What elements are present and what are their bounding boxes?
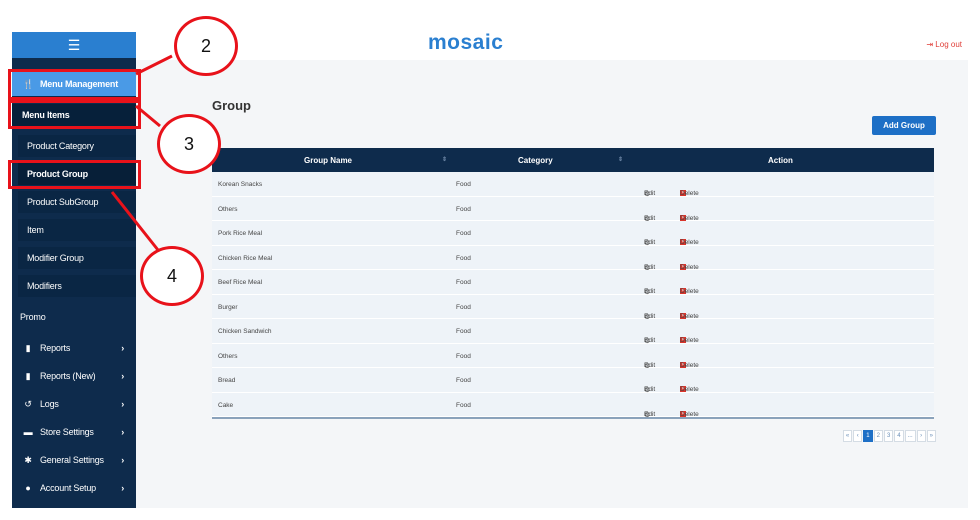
- annotation-circle-4: 4: [140, 246, 204, 306]
- highlight-box-menu-items: [8, 100, 141, 129]
- highlight-box-menu-management: [8, 69, 141, 100]
- highlight-box-product-group: [8, 160, 141, 189]
- annotation-circle-3: 3: [157, 114, 221, 174]
- annotation-circle-2: 2: [174, 16, 238, 76]
